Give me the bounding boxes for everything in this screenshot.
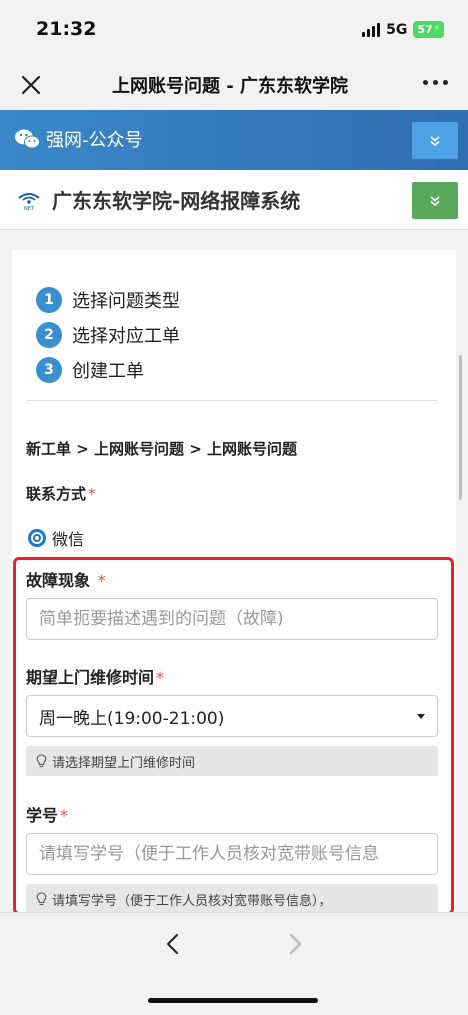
wechat-banner: 强网-公众号	[0, 110, 468, 170]
close-icon[interactable]	[18, 72, 44, 98]
breadcrumb: 新工单 > 上网账号问题 > 上网账号问题	[26, 440, 298, 458]
step-label: 创建工单	[72, 360, 144, 382]
step-item: 1 选择问题类型	[36, 282, 180, 317]
step-label: 选择问题类型	[72, 290, 180, 312]
required-mark: *	[156, 668, 165, 687]
fault-label-text: 故障现象	[26, 571, 91, 590]
student-id-help-text: 请填写学号（便于工作人员核对宽带账号信息），	[52, 893, 332, 909]
contact-option-label: 微信	[52, 530, 85, 549]
status-indicators: 5G 57 ⚡	[362, 21, 444, 38]
fault-label: 故障现象 *	[26, 567, 106, 591]
contact-wechat-radio[interactable]: 微信	[28, 526, 84, 550]
visit-time-value: 周一晚上(19:00-21:00)	[39, 708, 225, 729]
required-mark: *	[60, 806, 69, 825]
net-logo-icon: NET	[18, 193, 40, 212]
student-id-label: 学号 *	[26, 802, 68, 826]
signal-icon	[362, 22, 381, 37]
nav-bar: 上网账号问题 - 广东东软学院	[0, 60, 468, 110]
step-number: 1	[36, 286, 62, 313]
home-indicator[interactable]	[148, 998, 318, 1003]
wechat-icon	[15, 129, 40, 149]
chevron-double-down-icon	[430, 195, 440, 206]
ticket-form-card: 1 选择问题类型 2 选择对应工单 3 创建工单 新工单 > 上网账号问题 > …	[12, 250, 456, 912]
system-banner-label: 广东东软学院-网络报障系统	[52, 189, 301, 213]
system-banner: NET 广东东软学院-网络报障系统	[0, 170, 468, 230]
status-bar: 21:32 5G 57 ⚡	[0, 0, 468, 60]
fault-description-input[interactable]	[26, 598, 438, 640]
step-item: 2 选择对应工单	[36, 317, 180, 352]
visit-time-help: 请选择期望上门维修时间	[26, 746, 438, 776]
more-menu-icon[interactable]	[423, 80, 448, 85]
visit-time-label-text: 期望上门维修时间	[26, 668, 155, 687]
student-id-help: 请填写学号（便于工作人员核对宽带账号信息），	[26, 884, 438, 912]
required-mark: *	[88, 485, 96, 503]
battery-icon: 57 ⚡	[413, 21, 444, 38]
page-title: 上网账号问题 - 广东东软学院	[111, 76, 348, 97]
forward-arrow-icon[interactable]	[282, 931, 308, 957]
page-content: 强网-公众号 NET 广东东软学院-网络报障系统 1 选择问题类型 2 选择对应…	[0, 110, 468, 912]
student-id-label-text: 学号	[26, 806, 59, 825]
visit-time-label: 期望上门维修时间 *	[26, 664, 164, 688]
divider	[26, 400, 438, 401]
scrollbar[interactable]	[459, 355, 462, 500]
step-number: 3	[36, 356, 62, 383]
battery-level: 57	[417, 23, 433, 36]
contact-method-text: 联系方式	[26, 485, 87, 503]
svg-text:NET: NET	[24, 206, 35, 212]
network-type: 5G	[386, 21, 408, 38]
step-list: 1 选择问题类型 2 选择对应工单 3 创建工单	[36, 282, 180, 387]
expand-wechat-button[interactable]	[412, 122, 458, 159]
expand-system-button[interactable]	[412, 182, 458, 219]
visit-time-help-text: 请选择期望上门维修时间	[52, 755, 196, 771]
step-number: 2	[36, 321, 62, 348]
lightbulb-icon	[36, 892, 47, 906]
lightbulb-icon	[36, 754, 47, 768]
step-item: 3 创建工单	[36, 352, 180, 387]
status-time: 21:32	[36, 18, 97, 40]
step-label: 选择对应工单	[72, 325, 180, 347]
browser-toolbar	[0, 912, 468, 1015]
radio-selected-icon[interactable]	[28, 529, 46, 547]
required-mark: *	[97, 571, 106, 590]
contact-method-label: 联系方式 *	[26, 483, 96, 504]
back-arrow-icon[interactable]	[160, 931, 186, 957]
chevron-double-down-icon	[430, 135, 440, 146]
wechat-banner-label: 强网-公众号	[46, 130, 143, 151]
visit-time-select[interactable]: 周一晚上(19:00-21:00)	[26, 695, 438, 737]
dropdown-caret-icon	[417, 713, 425, 719]
student-id-input[interactable]	[26, 833, 438, 875]
